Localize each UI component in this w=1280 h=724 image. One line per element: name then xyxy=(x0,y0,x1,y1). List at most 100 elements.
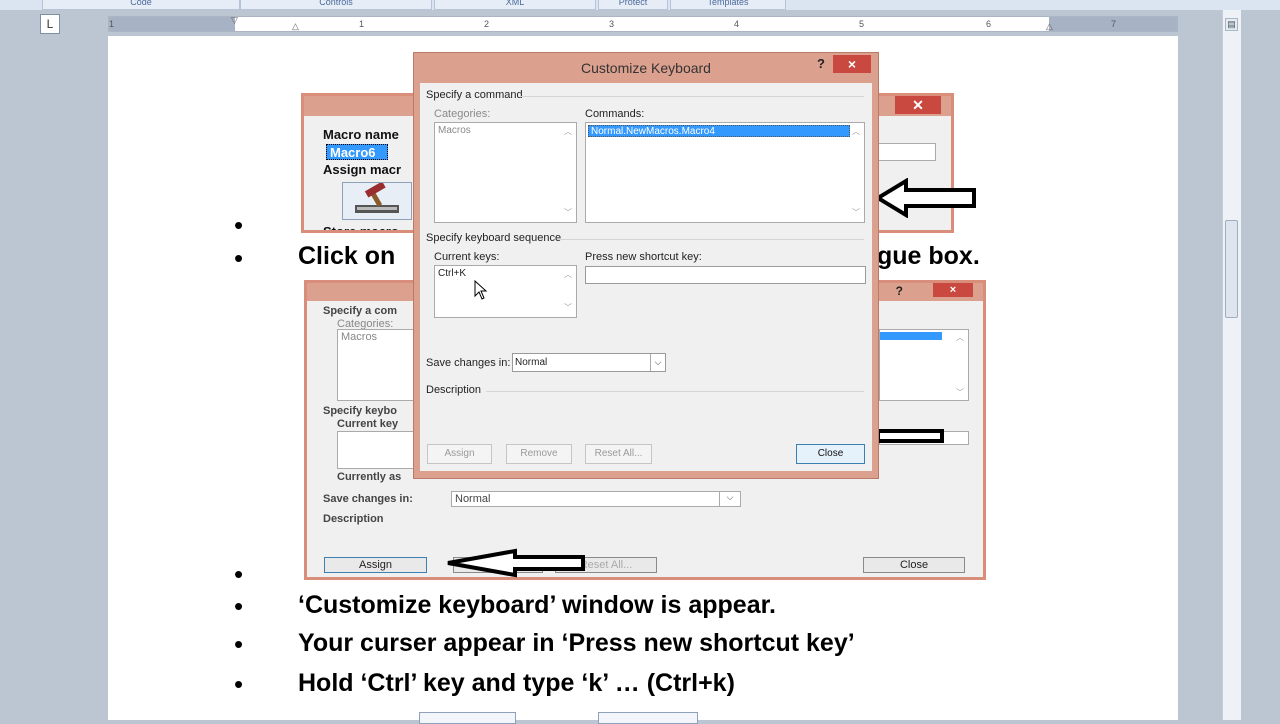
group-divider xyxy=(486,391,864,392)
ribbon-group-controls[interactable]: Controls xyxy=(240,0,432,10)
chevron-down-icon[interactable]: ⌵ xyxy=(650,354,665,371)
categories-label: Categories: xyxy=(434,108,491,120)
ribbon-group-templates[interactable]: Templates xyxy=(670,0,786,10)
image-edge xyxy=(598,712,698,724)
list-item[interactable]: Ctrl+K xyxy=(438,268,466,279)
save-changes-select[interactable]: Normal ⌵ xyxy=(512,353,666,372)
scrollbar-thumb[interactable] xyxy=(1225,220,1238,318)
group-divider xyxy=(557,239,864,240)
mouse-cursor-icon xyxy=(474,280,488,300)
press-new-shortcut-input[interactable] xyxy=(585,266,866,284)
save-changes-value: Normal xyxy=(515,357,548,368)
chevron-up-icon[interactable]: ︿ xyxy=(561,126,575,138)
horizontal-ruler[interactable]: 1 1 2 3 4 5 6 7 ▽ △ △ xyxy=(108,15,1178,32)
ruler-left-margin xyxy=(109,17,235,31)
first-line-indent-marker[interactable]: ▽ xyxy=(231,15,238,26)
macro-name-label: Macro name xyxy=(323,127,399,142)
chevron-down-icon[interactable]: ﹀ xyxy=(561,302,575,314)
ruler-number: 5 xyxy=(859,19,865,29)
bullet-icon: • xyxy=(234,669,244,699)
left-arrow-icon xyxy=(876,429,944,443)
currently-assigned-label: Currently as xyxy=(337,471,402,483)
chevron-up-icon[interactable]: ︿ xyxy=(849,126,863,138)
selected-row xyxy=(880,332,942,340)
commands-list[interactable]: Normal.NewMacros.Macro4 ︿ ﹀ xyxy=(585,122,865,223)
commands-list: ︿ ﹀ xyxy=(879,329,969,401)
reset-all-button[interactable]: Reset All... xyxy=(585,444,652,464)
dialog-body: Specify a command Categories: Macros ︿ ﹀… xyxy=(420,83,872,471)
ribbon-group-protect[interactable]: Protect xyxy=(598,0,668,10)
close-icon: ✕ xyxy=(895,96,941,114)
save-changes-label: Save changes in: xyxy=(426,357,511,369)
description-label: Description xyxy=(426,384,482,396)
bullet-icon: • xyxy=(234,591,244,621)
ribbon-group-xml[interactable]: XML xyxy=(434,0,596,10)
keyboard-hammer-icon xyxy=(342,181,412,220)
image-edge xyxy=(419,712,516,724)
partial-bullet-text: Click on xyxy=(298,242,396,270)
bullet-icon: • xyxy=(234,559,244,589)
chevron-up-icon: ︿ xyxy=(956,333,964,342)
specify-keyboard-label: Specify keyboard sequence xyxy=(426,232,562,244)
categories-list[interactable]: Macros ︿ ﹀ xyxy=(434,122,577,223)
vertical-scrollbar[interactable]: ▤ xyxy=(1222,10,1241,720)
remove-button[interactable]: Remove xyxy=(506,444,572,464)
assign-button[interactable]: Assign xyxy=(427,444,492,464)
specify-command-label: Specify a command xyxy=(426,89,523,101)
press-new-shortcut-label: Press new shortcut key: xyxy=(585,251,702,263)
commands-label: Commands: xyxy=(585,108,645,120)
description-field xyxy=(878,143,936,161)
dialog-title: Customize Keyboard xyxy=(581,60,711,76)
list-item: Macros xyxy=(341,331,378,343)
partial-bullet-text-end: gue box. xyxy=(877,242,980,270)
ruler-number: 2 xyxy=(484,19,490,29)
close-icon[interactable]: × xyxy=(833,55,871,73)
bullet-icon: • xyxy=(234,243,244,273)
assign-button: Assign xyxy=(324,557,427,573)
chevron-up-icon[interactable]: ︿ xyxy=(561,269,575,281)
scrollbar[interactable]: ︿ ﹀ xyxy=(561,124,575,221)
current-keys-list xyxy=(337,431,417,469)
save-changes-label: Save changes in: xyxy=(323,493,413,505)
left-arrow-icon xyxy=(876,178,976,218)
right-indent-marker[interactable]: △ xyxy=(1046,21,1053,32)
specify-keyboard-label: Specify keybo xyxy=(323,405,397,417)
bullet-text: Hold ‘Ctrl’ key and type ‘k’ … (Ctrl+k) xyxy=(298,669,735,697)
specify-command-label: Specify a com xyxy=(323,305,397,317)
chevron-down-icon[interactable]: ﹀ xyxy=(849,207,863,219)
chevron-down-icon[interactable]: ﹀ xyxy=(561,207,575,219)
ruler-number: 1 xyxy=(359,19,365,29)
bullet-icon: • xyxy=(234,210,244,240)
chevron-down-icon: ﹀ xyxy=(956,388,964,397)
macro-name-value: Macro6 xyxy=(326,144,388,160)
scrollbar[interactable]: ︿ ﹀ xyxy=(849,124,863,221)
assign-macro-label: Assign macr xyxy=(323,162,402,177)
save-changes-value: Normal xyxy=(455,493,491,505)
scrollbar[interactable]: ︿ ﹀ xyxy=(561,267,575,316)
view-ruler-icon[interactable]: ▤ xyxy=(1225,18,1238,31)
close-button: Close xyxy=(863,557,965,573)
tab-selector-button[interactable]: L xyxy=(40,14,60,34)
ruler-number: 7 xyxy=(1111,19,1117,29)
help-button[interactable]: ? xyxy=(811,55,831,73)
store-macro-label: Store macro xyxy=(323,224,399,233)
current-keys-list[interactable]: Ctrl+K ︿ ﹀ xyxy=(434,265,577,318)
close-button[interactable]: Close xyxy=(796,444,865,464)
customize-keyboard-dialog[interactable]: Customize Keyboard ? × Specify a command… xyxy=(413,52,879,479)
bullet-text: ‘Customize keyboard’ window is appear. xyxy=(298,591,776,619)
bullet-text: Your curser appear in ‘Press new shortcu… xyxy=(298,629,855,657)
left-indent-marker[interactable]: △ xyxy=(292,21,299,32)
left-arrow-icon xyxy=(447,548,585,578)
close-icon: × xyxy=(933,283,973,297)
save-changes-select: Normal ⌵ xyxy=(451,491,741,507)
list-item[interactable]: Macros xyxy=(438,125,471,136)
ribbon-group-code[interactable]: Code xyxy=(42,0,240,10)
ruler-number: 4 xyxy=(734,19,740,29)
ruler-number: 1 xyxy=(109,19,115,29)
bullet-icon: • xyxy=(234,629,244,659)
ruler-number: 6 xyxy=(986,19,992,29)
ruler-number: 3 xyxy=(609,19,615,29)
list-item-selected[interactable]: Normal.NewMacros.Macro4 xyxy=(588,125,850,137)
current-keys-label: Current keys: xyxy=(434,251,500,263)
group-divider xyxy=(520,96,864,97)
